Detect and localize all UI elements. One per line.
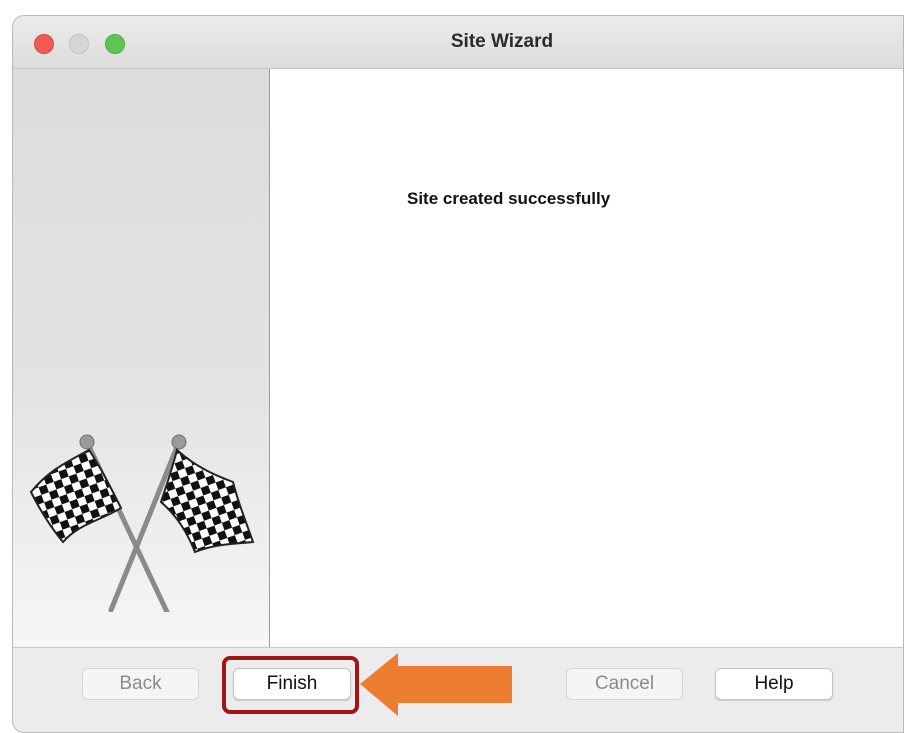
finish-highlight-box: [222, 656, 359, 714]
arrow-left-icon: [360, 653, 512, 716]
wizard-content-panel: Site created successfully: [270, 69, 903, 647]
back-button[interactable]: Back: [82, 668, 199, 700]
success-message: Site created successfully: [407, 189, 611, 208]
checkered-flags-icon: [29, 434, 255, 612]
help-button[interactable]: Help: [715, 668, 833, 700]
window-title: Site Wizard: [450, 31, 554, 52]
cancel-button[interactable]: Cancel: [566, 668, 683, 700]
wizard-side-panel: [13, 69, 270, 647]
title-bar[interactable]: Site Wizard: [13, 16, 903, 69]
footer-divider: [13, 647, 903, 648]
site-wizard-window: Site Wizard Site created successfully: [12, 15, 904, 733]
